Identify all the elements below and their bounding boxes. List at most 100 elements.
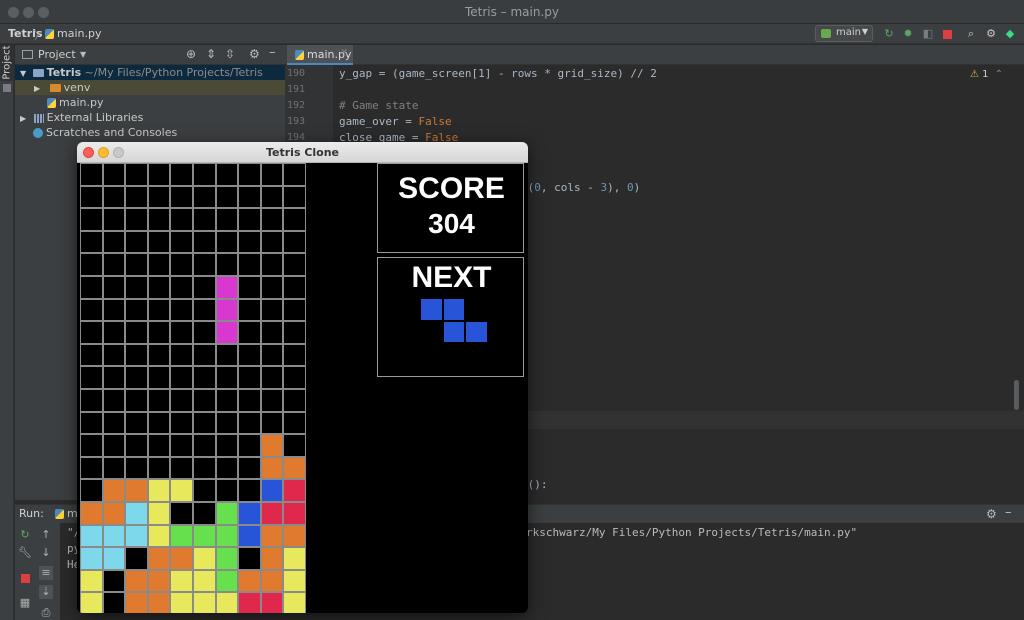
soft-wrap-icon[interactable]: ≡ bbox=[39, 566, 53, 580]
tetris-block bbox=[215, 569, 239, 593]
tetris-grid-cell bbox=[125, 456, 148, 480]
tetris-grid-cell bbox=[102, 411, 126, 435]
editor-scrollbar-thumb[interactable] bbox=[1014, 380, 1019, 410]
tetris-grid-cell bbox=[102, 569, 126, 593]
stop-icon[interactable] bbox=[18, 571, 32, 585]
tetris-block bbox=[215, 524, 239, 548]
hide-panel-icon[interactable]: – bbox=[1005, 505, 1012, 520]
arrow-down-icon[interactable]: ↓ bbox=[39, 546, 53, 560]
tetris-grid-cell bbox=[238, 230, 261, 254]
tetris-grid-cell bbox=[238, 389, 261, 412]
tetris-grid-cell bbox=[238, 479, 261, 502]
line-number: 193 bbox=[286, 116, 305, 127]
tetris-block bbox=[147, 592, 171, 613]
chevron-down-icon[interactable]: ▼ bbox=[20, 69, 26, 78]
tetris-grid-cell bbox=[147, 411, 171, 435]
tetris-grid-cell bbox=[170, 298, 193, 322]
gear-icon[interactable]: ⚙ bbox=[249, 47, 260, 61]
hide-panel-icon[interactable]: – bbox=[269, 45, 276, 60]
chevron-down-icon: ⌃ bbox=[994, 69, 1004, 80]
python-file-icon bbox=[55, 509, 64, 519]
gear-icon[interactable]: ⚙ bbox=[984, 27, 998, 41]
tetris-grid-cell bbox=[260, 321, 284, 344]
debug-icon[interactable]: ✹ bbox=[901, 27, 915, 41]
project-view-label[interactable]: Project bbox=[38, 48, 76, 61]
layout-icon[interactable]: ▦ bbox=[18, 596, 32, 610]
structure-tool-icon[interactable] bbox=[3, 84, 11, 92]
inspection-warning-indicator[interactable]: ⚠ 1 ⌃ bbox=[970, 69, 1003, 80]
run-configuration-select[interactable]: main ▼ bbox=[815, 25, 873, 42]
tetris-block bbox=[102, 502, 126, 525]
tetris-grid-cell bbox=[102, 456, 126, 480]
tetris-grid-cell bbox=[125, 230, 148, 254]
tree-item-venv[interactable]: ▶ venv bbox=[15, 80, 285, 95]
project-tool-tab[interactable]: Project bbox=[0, 45, 14, 81]
tree-item-scratches[interactable]: Scratches and Consoles bbox=[15, 125, 285, 140]
tetris-block bbox=[283, 592, 306, 613]
tetris-block bbox=[260, 547, 284, 570]
score-panel: SCORE 304 bbox=[377, 163, 524, 253]
tetris-grid-cell bbox=[80, 343, 103, 367]
print-icon[interactable]: ⎙ bbox=[39, 606, 53, 620]
rerun-icon[interactable]: ↻ bbox=[18, 528, 32, 542]
tetris-grid-cell bbox=[193, 276, 216, 299]
tree-item-tetris[interactable]: ▼ Tetris ~/My Files/Python Projects/Tetr… bbox=[15, 65, 285, 80]
scroll-to-end-icon[interactable]: ⇣ bbox=[39, 585, 53, 599]
tetris-grid-cell bbox=[260, 253, 284, 276]
tetris-grid-cell bbox=[147, 456, 171, 480]
wrench-icon[interactable]: 🔧︎ bbox=[18, 546, 32, 560]
editor-tab-main-py[interactable]: main.py ✕ bbox=[287, 45, 353, 65]
arrow-up-icon[interactable]: ↑ bbox=[39, 528, 53, 542]
code-comment: # Game state bbox=[339, 99, 419, 112]
python-file-icon bbox=[45, 29, 54, 39]
code-line: game_over = False bbox=[339, 115, 452, 128]
tetris-grid-cell bbox=[147, 163, 171, 186]
coverage-icon[interactable]: ◧ bbox=[921, 27, 935, 41]
breadcrumb-file-label: main.py bbox=[57, 27, 102, 40]
tetris-grid-cell bbox=[80, 321, 103, 344]
tetris-game-window[interactable]: Tetris Clone SCORE 304 NEXT bbox=[77, 142, 528, 613]
editor-tab-bar: main.py ✕ bbox=[285, 45, 1024, 65]
tetris-block bbox=[260, 456, 284, 480]
tetris-grid-cell bbox=[215, 208, 239, 231]
chevron-right-icon[interactable]: ▶ bbox=[20, 114, 26, 123]
chevron-right-icon[interactable]: ▶ bbox=[34, 84, 40, 93]
locate-file-icon[interactable]: ⊕ bbox=[186, 47, 196, 61]
collapse-all-icon[interactable]: ⇳ bbox=[225, 47, 235, 61]
tetris-block bbox=[125, 479, 148, 502]
run-tab[interactable]: m bbox=[55, 507, 78, 520]
tetris-grid-cell bbox=[283, 208, 306, 231]
search-icon[interactable]: ⌕ bbox=[964, 27, 978, 41]
tetris-grid-cell bbox=[80, 434, 103, 457]
tetris-grid-cell bbox=[170, 230, 193, 254]
tetris-grid-cell bbox=[283, 253, 306, 276]
tetris-grid-cell bbox=[102, 276, 126, 299]
tetris-block bbox=[170, 524, 193, 548]
project-panel-header: Project ▼ ⊕ ⇕ ⇳ ⚙ – bbox=[15, 45, 285, 65]
python-file-icon bbox=[47, 98, 56, 108]
tetris-grid-cell bbox=[260, 185, 284, 209]
breadcrumb-file[interactable]: main.py bbox=[45, 27, 101, 40]
gear-icon[interactable]: ⚙ bbox=[986, 507, 997, 521]
tetris-block bbox=[193, 592, 216, 613]
tetris-grid-cell bbox=[215, 343, 239, 367]
warning-count: 1 bbox=[982, 69, 989, 80]
close-tab-icon[interactable]: ✕ bbox=[340, 48, 348, 58]
tree-item-external-libraries[interactable]: ▶ External Libraries bbox=[15, 110, 285, 125]
tetris-grid-cell bbox=[170, 502, 193, 525]
rerun-icon[interactable]: ↻ bbox=[882, 27, 896, 41]
plugin-icon[interactable]: ◆ bbox=[1003, 27, 1017, 41]
tetris-block bbox=[260, 502, 284, 525]
stop-icon[interactable] bbox=[940, 27, 954, 41]
chevron-down-icon[interactable]: ▼ bbox=[80, 50, 86, 59]
tetris-grid-cell bbox=[102, 366, 126, 389]
tetris-grid-cell bbox=[125, 547, 148, 570]
expand-all-icon[interactable]: ⇕ bbox=[206, 47, 216, 61]
tetris-grid-cell bbox=[170, 366, 193, 389]
tetris-grid-cell bbox=[283, 185, 306, 209]
tetris-window-titlebar[interactable]: Tetris Clone bbox=[77, 142, 528, 163]
tree-item-main-py[interactable]: main.py bbox=[15, 95, 285, 110]
tetris-grid-cell bbox=[170, 163, 193, 186]
run-panel-label: Run: bbox=[19, 507, 44, 520]
tetris-grid-cell bbox=[193, 321, 216, 344]
